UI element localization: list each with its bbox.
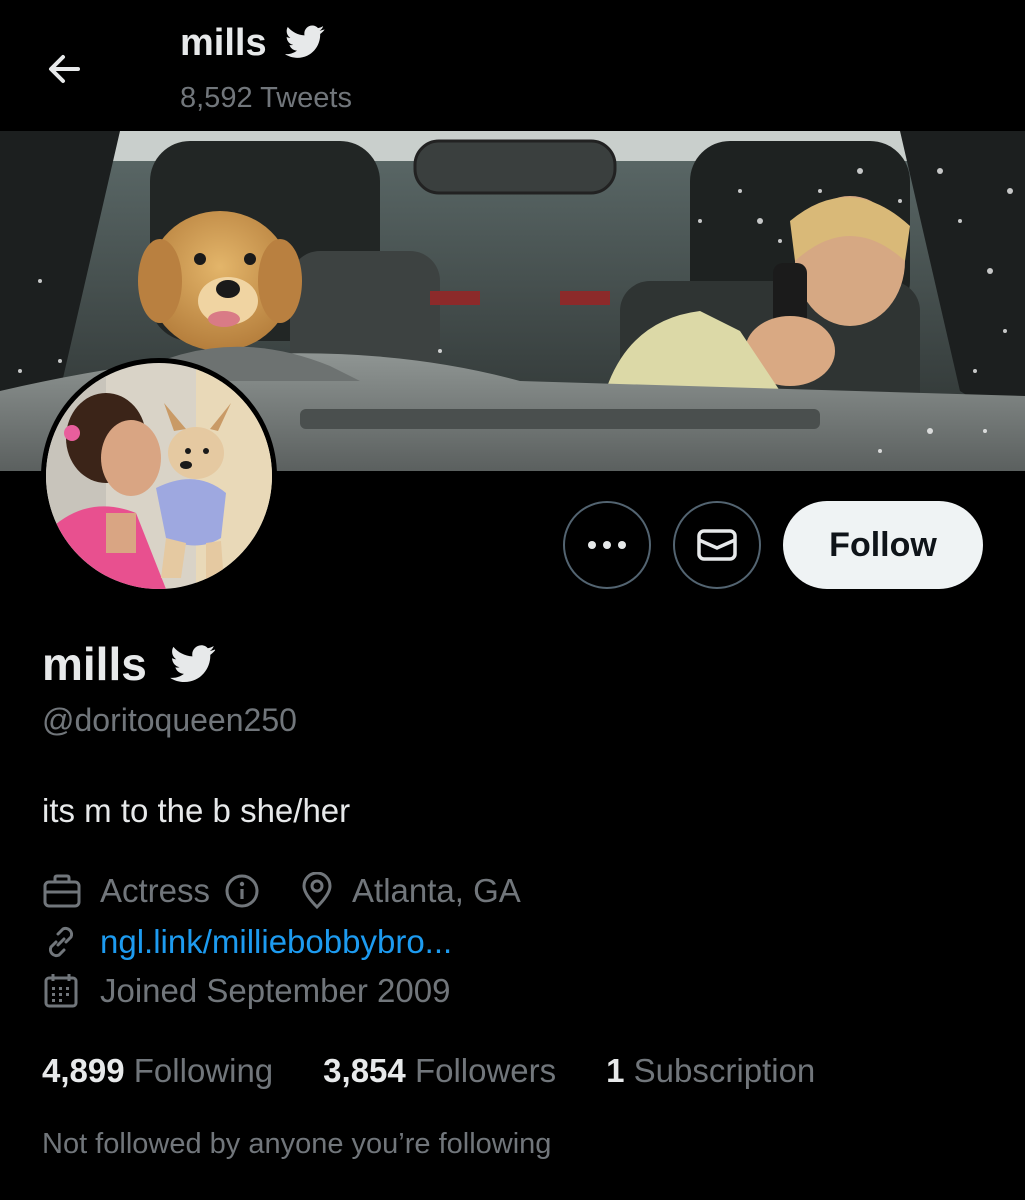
joined-text: Joined September 2009: [100, 972, 451, 1009]
twitter-bird-icon: [285, 25, 325, 58]
twitter-bird-icon: [169, 645, 215, 682]
top-bar: mills 8,592 Tweets: [0, 0, 1025, 131]
followers-count: 3,854: [323, 1052, 406, 1089]
more-dots-icon: [588, 541, 626, 549]
location-pin-icon: [300, 870, 340, 912]
subscription-stat[interactable]: 1 Subscription: [606, 1050, 815, 1092]
briefcase-icon: [42, 870, 88, 912]
link-icon: [42, 921, 88, 963]
more-button[interactable]: [563, 501, 651, 589]
back-button[interactable]: [42, 46, 88, 92]
arrow-left-icon: [49, 55, 80, 83]
tweet-count: 8,592 Tweets: [180, 82, 352, 114]
not-followed-notice: Not followed by anyone you’re following: [42, 1128, 552, 1160]
profile-stats: 4,899 Following 3,854 Followers 1 Subscr…: [42, 1050, 865, 1092]
calendar-icon: [42, 970, 88, 1012]
profile-name: mills: [42, 638, 147, 690]
subscription-count: 1: [606, 1052, 625, 1089]
follow-button[interactable]: Follow: [783, 501, 983, 589]
followers-stat[interactable]: 3,854 Followers: [323, 1050, 556, 1092]
avatar-photo: [46, 363, 272, 589]
profile-website-row: ngl.link/milliebobbybro...: [42, 921, 452, 963]
header-name: mills: [180, 22, 267, 64]
profile-name-block: mills: [42, 636, 216, 692]
info-icon[interactable]: [224, 873, 260, 909]
subscription-label: Subscription: [633, 1052, 816, 1089]
envelope-icon: [697, 529, 737, 561]
followers-label: Followers: [414, 1052, 557, 1089]
message-button[interactable]: [673, 501, 761, 589]
profile-meta-row: Actress Atlanta, GA: [42, 870, 521, 912]
header-title: mills: [180, 20, 325, 66]
following-stat[interactable]: 4,899 Following: [42, 1050, 273, 1092]
profile-handle: @doritoqueen250: [42, 702, 297, 738]
avatar[interactable]: [41, 358, 277, 594]
profile-bio: its m to the b she/her: [42, 792, 351, 829]
profile-joined-row: Joined September 2009: [42, 970, 450, 1012]
profession-text: Actress: [100, 872, 211, 909]
location-text: Atlanta, GA: [352, 872, 521, 909]
following-label: Following: [133, 1052, 274, 1089]
website-link[interactable]: ngl.link/milliebobbybro...: [100, 921, 452, 963]
following-count: 4,899: [42, 1052, 125, 1089]
